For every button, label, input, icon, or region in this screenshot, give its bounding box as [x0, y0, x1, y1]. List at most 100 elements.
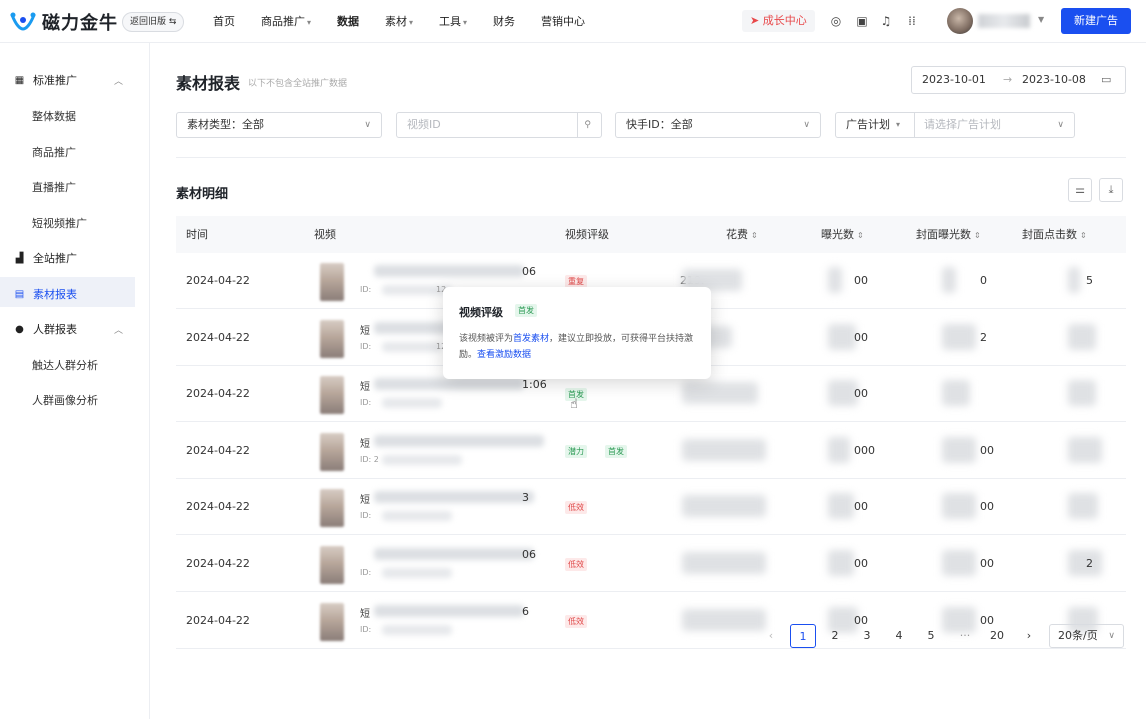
page-size-select[interactable]: 20条/页 ∨ — [1049, 624, 1124, 648]
blurred-spend — [682, 552, 766, 574]
brand-logo[interactable]: 磁力金牛 — [10, 9, 118, 35]
sidebar-item-short-video[interactable]: 短视频推广 — [32, 215, 87, 231]
sidebar-group-standard[interactable]: ▦ 标准推广 ︿ — [14, 72, 123, 88]
sidebar-item-persona-analysis[interactable]: 人群画像分析 — [32, 392, 98, 408]
sidebar-item-product-promotion[interactable]: 商品推广 — [32, 144, 76, 160]
arrow-right-icon: → — [1003, 73, 1013, 86]
video-thumbnail[interactable] — [320, 602, 344, 641]
username-blurred[interactable] — [978, 14, 1030, 28]
tooltip-body: 该视频被评为首发素材，建议立即投放，可获得平台扶持激励。查看激励数据 — [459, 334, 694, 360]
page-20[interactable]: 20 — [985, 624, 1009, 648]
sidebar-group-material-report[interactable]: ▤ 素材报表 — [14, 286, 77, 302]
col-video: 视频 — [314, 228, 336, 241]
blurred-exposure — [828, 436, 850, 463]
video-thumbnail[interactable] — [320, 376, 344, 415]
material-type-select[interactable]: 素材类型：全部 ∨ — [176, 112, 382, 138]
hand-cursor-icon: ☝ — [570, 397, 578, 412]
blurred-video-name — [374, 604, 524, 617]
chevron-down-icon: ∨ — [1108, 631, 1115, 641]
download-icon[interactable]: ⤓ — [1099, 178, 1123, 202]
rating-tag[interactable]: 潜力 — [565, 444, 587, 458]
bell-icon[interactable]: ♫ — [878, 13, 894, 29]
page-3[interactable]: 3 — [858, 624, 876, 648]
video-name[interactable]: 短 — [360, 491, 370, 506]
sort-icon[interactable]: ⇕ — [751, 231, 758, 240]
video-thumbnail[interactable] — [320, 263, 344, 301]
nav-data[interactable]: 数据 — [324, 0, 372, 43]
nav-product-promotion[interactable]: 商品推广 ▾ — [248, 0, 324, 43]
blurred-cover-exposure — [942, 323, 976, 350]
sort-icon[interactable]: ⇕ — [1080, 231, 1087, 240]
nav-tools[interactable]: 工具 ▾ — [426, 0, 480, 43]
page-subtitle: 以下不包含全站推广数据 — [248, 79, 348, 89]
search-icon[interactable]: ⚲ — [584, 113, 591, 137]
column-settings-icon[interactable]: ⚌ — [1068, 178, 1092, 202]
video-name[interactable]: 短 — [360, 378, 370, 393]
back-to-old-version-button[interactable]: 返回旧版 ⇆ — [122, 12, 185, 32]
nav-home[interactable]: 首页 — [200, 0, 248, 43]
col-exposure[interactable]: 曝光数 ⇕ — [821, 216, 864, 254]
video-thumbnail[interactable] — [320, 432, 344, 471]
growth-center-button[interactable]: ➤ 成长中心 — [742, 10, 815, 32]
avatar[interactable] — [947, 8, 973, 34]
rating-tag[interactable]: 低效 — [565, 501, 587, 515]
main-nav: 首页 商品推广 ▾ 数据 素材 ▾ 工具 ▾ 财务 营销中心 — [200, 0, 598, 43]
rating-tag[interactable]: 低效 — [565, 558, 587, 571]
row-date: 2024-04-22 — [186, 274, 250, 287]
video-id: ID: — [360, 511, 372, 521]
col-time: 时间 — [186, 228, 208, 241]
video-thumbnail[interactable] — [320, 546, 344, 584]
page-4[interactable]: 4 — [890, 624, 908, 648]
video-time: 06 — [522, 548, 536, 561]
video-id-input[interactable]: 视频ID ⚲ — [396, 112, 602, 138]
video-thumbnail[interactable] — [320, 489, 344, 528]
new-ad-button[interactable]: 新建广告 — [1061, 8, 1131, 34]
col-cover-exposure[interactable]: 封面曝光数 ⇕ — [916, 216, 981, 254]
view-incentive-link[interactable]: 查看激励数据 — [477, 350, 531, 360]
video-id: ID: 2 — [360, 454, 379, 464]
date-range-picker[interactable]: 2023-10-01 → 2023-10-08 ▭ — [911, 66, 1126, 94]
sidebar-group-full-site[interactable]: ▟ 全站推广 — [14, 250, 77, 266]
sort-icon[interactable]: ⇕ — [857, 231, 864, 240]
next-page-button[interactable]: › — [1022, 624, 1036, 648]
blurred-video-name — [374, 434, 544, 447]
video-time: 6 — [522, 604, 529, 618]
page-5[interactable]: 5 — [922, 624, 940, 648]
video-id: ID: — [360, 398, 372, 408]
video-id: ID: — [360, 624, 372, 634]
target-icon[interactable]: ◎ — [828, 13, 844, 29]
page-ellipsis[interactable]: ··· — [954, 624, 976, 648]
tooltip-tag: 首发 — [515, 304, 537, 317]
rating-tag[interactable]: 首发 — [605, 444, 627, 458]
video-name[interactable]: 短 — [360, 435, 370, 450]
table-row[interactable]: 2024-04-22 短 6 ID: 低效 00 00 — [176, 593, 1126, 649]
chevron-down-icon: ∨ — [364, 120, 371, 130]
sort-icon[interactable]: ⇕ — [974, 231, 981, 240]
video-name[interactable]: 短 — [360, 322, 370, 337]
video-name[interactable]: 短 — [360, 605, 370, 620]
col-cover-click[interactable]: 封面点击数 ⇕ — [1022, 216, 1087, 254]
sidebar-item-live-promotion[interactable]: 直播推广 — [32, 179, 76, 195]
row-exposure: 00 — [854, 274, 868, 287]
video-thumbnail[interactable] — [320, 319, 344, 358]
sidebar-group-audience-report[interactable]: ● 人群报表 ︿ — [14, 321, 123, 337]
kuaishou-id-select[interactable]: 快手ID：全部 ∨ — [615, 112, 821, 138]
ad-plan-select[interactable]: 广告计划 ▾ 请选择广告计划 ∨ — [835, 112, 1075, 138]
col-spend[interactable]: 花费 ⇕ — [726, 216, 758, 254]
table-row[interactable]: 2024-04-22 短 3 ID: 低效 00 00 — [176, 479, 1126, 536]
prev-page-button[interactable]: ‹ — [764, 624, 778, 648]
blurred-video-id — [382, 511, 452, 522]
sidebar-item-overall-data[interactable]: 整体数据 — [32, 108, 76, 124]
apps-grid-icon[interactable]: ⁞⁞ — [904, 13, 920, 29]
page-1[interactable]: 1 — [790, 624, 816, 648]
page-2[interactable]: 2 — [826, 624, 844, 648]
nav-finance[interactable]: 财务 — [480, 0, 528, 43]
table-row[interactable]: 2024-04-22 06 ID: 低效 00 00 2 — [176, 536, 1126, 592]
note-icon[interactable]: ▣ — [854, 13, 870, 29]
nav-material[interactable]: 素材 ▾ — [372, 0, 426, 43]
table-row[interactable]: 2024-04-22 短 ID: 2 潜力 首发 000 00 — [176, 423, 1126, 479]
chevron-down-icon[interactable]: ▼ — [1038, 15, 1044, 24]
nav-marketing-center[interactable]: 营销中心 — [528, 0, 598, 43]
sidebar-item-reach-analysis[interactable]: 触达人群分析 — [32, 357, 98, 373]
rating-tag[interactable]: 低效 — [565, 614, 587, 628]
